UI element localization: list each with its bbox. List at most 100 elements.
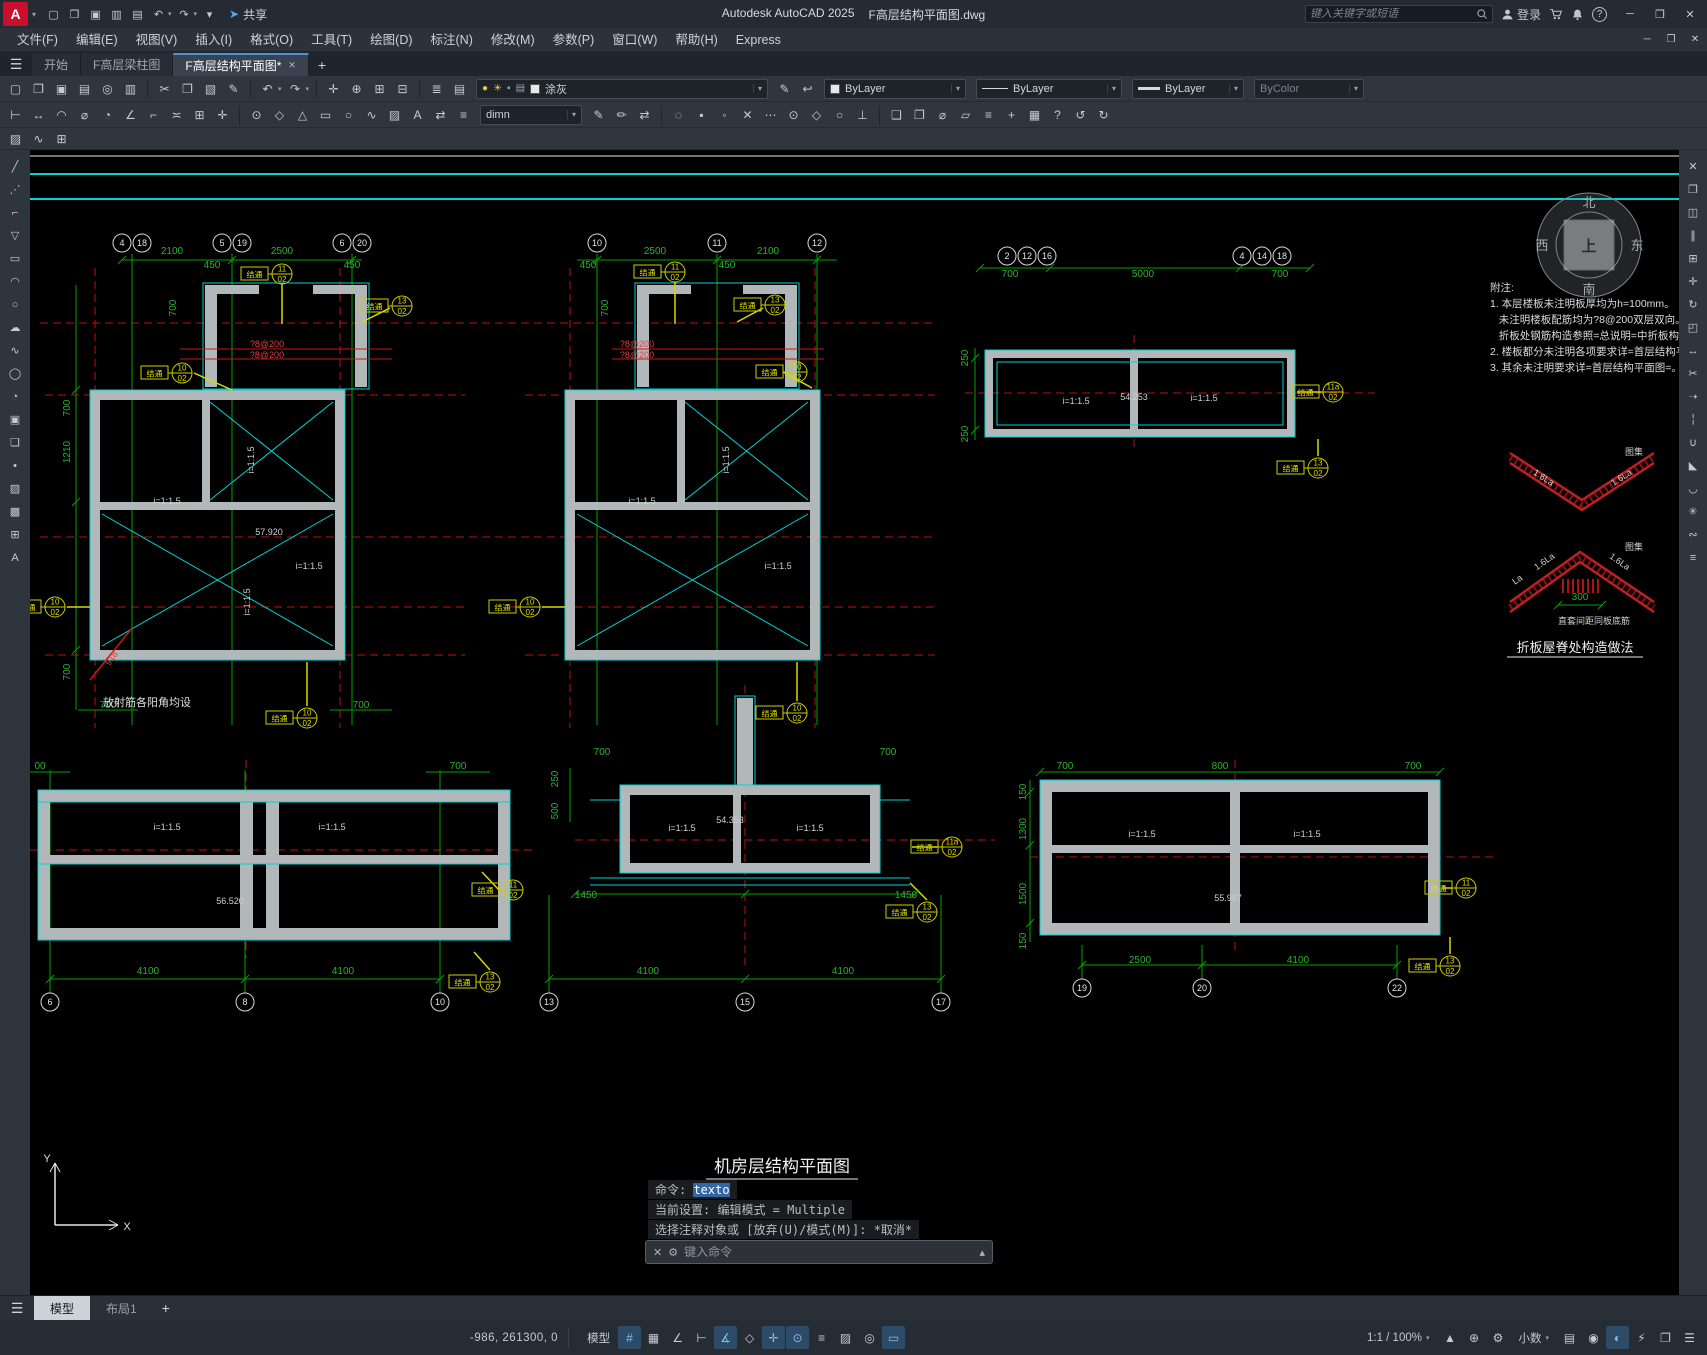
selection-cycling-icon[interactable]: ◎ [858,1326,881,1349]
qopen-icon[interactable]: ❐ [65,5,84,24]
command-close-icon[interactable]: ✕ [653,1246,662,1259]
command-expand-icon[interactable]: ▴ [979,1246,985,1259]
layer-states-icon[interactable]: ▤ [449,79,470,99]
snap-mode-icon[interactable]: ▦ [642,1326,665,1349]
table-icon[interactable]: ⊞ [5,525,25,544]
layer-on-icon[interactable]: ● [482,83,488,94]
pan-icon[interactable]: ✛ [323,79,344,99]
gradient-icon[interactable]: ▩ [5,502,25,521]
qplot-icon[interactable]: ▤ [128,5,147,24]
insert-block-icon[interactable]: ▣ [5,410,25,429]
rectangle-icon[interactable]: ▭ [5,249,25,268]
menu-item[interactable]: Express [727,28,790,52]
lineweight-combo[interactable]: ByLayer ▾ [1132,78,1245,99]
annotation-visibility-icon[interactable]: ▲ [1438,1326,1461,1349]
file-tab[interactable]: F高层结构平面图* ✕ [173,53,309,76]
autoscale-icon[interactable]: ⊕ [1462,1326,1485,1349]
area-icon[interactable]: ▱ [955,105,976,125]
redo-dropdown-icon[interactable]: ▾ [194,10,198,18]
hatch-icon[interactable]: ▨ [5,479,25,498]
color-combo[interactable]: ByLayer ▾ [824,78,967,99]
snap-midpoint-icon[interactable]: ◦ [714,105,735,125]
dim-arc-icon[interactable]: ◠ [51,105,72,125]
search-icon[interactable] [1476,8,1488,20]
dynamic-input-icon[interactable]: ▭ [882,1326,906,1349]
workspace-gear-icon[interactable]: ⚙ [1486,1326,1509,1349]
make-block-icon[interactable]: ❏ [5,433,25,452]
units-button[interactable]: 小数 ▾ [1511,1326,1556,1349]
plotstyle-combo-arrow-icon[interactable]: ▾ [1349,84,1358,93]
explode-icon[interactable]: ✳ [1683,502,1703,521]
layer-combo[interactable]: ● ☀ ▪ ▤ 涂灰 ▾ [476,78,769,99]
match-properties-icon[interactable]: ✎ [223,79,244,99]
new-tab-button[interactable]: + [309,53,335,76]
snap-quadrant-icon[interactable]: ◇ [806,105,827,125]
dim-jogged-icon[interactable]: ◇ [269,105,290,125]
snap-intersection-icon[interactable]: ✕ [737,105,758,125]
join-icon[interactable]: ∪ [1683,433,1703,452]
autocad-logo-icon[interactable]: A [3,2,28,26]
menu-item[interactable]: 标注(N) [422,28,482,52]
menu-item[interactable]: 修改(M) [482,28,544,52]
polar-tracking-icon[interactable]: ∡ [714,1326,738,1349]
hatch-edit-icon[interactable]: ▨ [384,105,405,125]
quick-properties-icon[interactable]: ▤ [1558,1326,1581,1349]
text-style-icon[interactable]: A [407,105,428,125]
infer-constraints-icon[interactable]: ∠ [666,1326,689,1349]
doc-close-button[interactable]: ✕ [1683,28,1707,51]
edit-array-icon[interactable]: ⊞ [51,129,72,149]
qnew-icon[interactable]: ▢ [44,5,63,24]
leader-icon[interactable]: ○ [338,105,359,125]
multileader-icon[interactable]: ∿ [361,105,382,125]
file-tab-menu-icon[interactable]: ☰ [0,52,32,76]
menu-item[interactable]: 格式(O) [241,28,302,52]
logo-dropdown-icon[interactable]: ▾ [28,10,40,19]
align-icon[interactable]: ≡ [1683,548,1703,567]
search-box[interactable] [1304,5,1493,23]
move-icon[interactable]: ✛ [1683,272,1703,291]
isolate-objects-icon[interactable]: ◐ [1606,1326,1629,1349]
close-tab-icon[interactable]: ✕ [288,60,296,71]
menu-item[interactable]: 编辑(E) [67,28,127,52]
qsave-as-icon[interactable]: ▥ [107,5,126,24]
spline-icon[interactable]: ∿ [5,341,25,360]
arc-icon[interactable]: ◠ [5,272,25,291]
trim-icon[interactable]: ✂ [1683,364,1703,383]
share-button[interactable]: ➤ 共享 [229,6,267,23]
construction-line-icon[interactable]: ⋰ [5,180,25,199]
clean-screen-icon[interactable]: ❐ [1654,1326,1677,1349]
ortho-mode-icon[interactable]: ⊢ [690,1326,713,1349]
plot-preview-icon[interactable]: ◎ [97,79,118,99]
redo-icon[interactable]: ↷ [175,5,194,24]
qsave-icon[interactable]: ▣ [86,5,105,24]
layer-plot-icon[interactable]: ▤ [516,83,525,94]
grid-display-icon[interactable]: # [618,1326,642,1349]
undo-icon[interactable]: ↶ [149,5,168,24]
ellipse-arc-icon[interactable]: ◔ [5,387,25,406]
doc-restore-button[interactable]: ❐ [1659,28,1683,51]
dim-center-icon[interactable]: ⊙ [246,105,267,125]
id-point-icon[interactable]: + [1001,105,1022,125]
draworder-front-icon[interactable]: ❑ [886,105,907,125]
dim-radius-icon[interactable]: ◔ [97,105,118,125]
snap-extension-icon[interactable]: ⋯ [760,105,781,125]
graphics-performance-icon[interactable]: ⚡ [1630,1326,1653,1349]
menu-item[interactable]: 窗口(W) [603,28,666,52]
copy-clip-icon[interactable]: ❐ [177,79,198,99]
menu-item[interactable]: 文件(F) [8,28,67,52]
polyline-icon[interactable]: ⌐ [5,203,25,222]
menu-item[interactable]: 绘图(D) [361,28,421,52]
scale-icon[interactable]: ◰ [1683,318,1703,337]
menu-item[interactable]: 参数(P) [544,28,604,52]
layer-lock-icon[interactable]: ▪ [507,83,511,94]
erase-icon[interactable]: ✕ [1683,157,1703,176]
isodraft-icon[interactable]: ◇ [738,1326,761,1349]
line-icon[interactable]: ╱ [5,157,25,176]
search-input[interactable] [1309,8,1476,20]
measure-icon[interactable]: ⌀ [932,105,953,125]
notification-bell-icon[interactable] [1571,8,1584,21]
redo-icon[interactable]: ↷ [285,79,306,99]
dim-tolerance-icon[interactable]: △ [292,105,313,125]
menu-item[interactable]: 帮助(H) [666,28,726,52]
snap-center-icon[interactable]: ⊙ [783,105,804,125]
